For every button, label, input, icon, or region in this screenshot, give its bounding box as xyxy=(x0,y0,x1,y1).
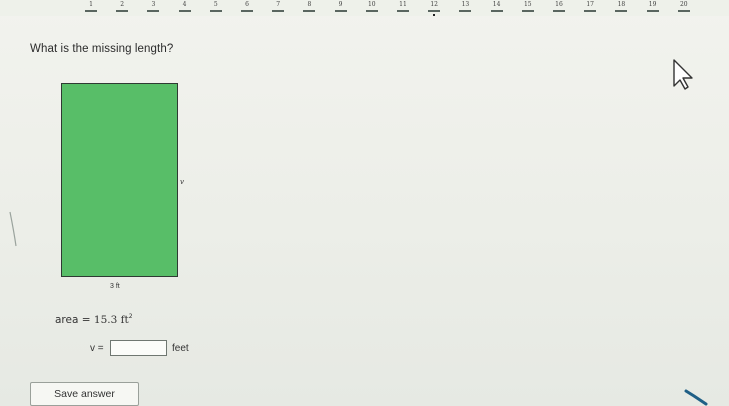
nav-problem-1[interactable]: 1 xyxy=(80,0,102,16)
nav-problem-6[interactable]: 6 xyxy=(236,0,258,16)
nav-problem-8[interactable]: 8 xyxy=(298,0,320,16)
nav-problem-underline xyxy=(85,10,97,12)
nav-problem-underline xyxy=(490,10,503,12)
nav-problem-7[interactable]: 7 xyxy=(267,0,289,16)
area-value: 15.3 ft xyxy=(93,314,129,326)
nav-problem-underline xyxy=(147,10,160,12)
nav-problem-underline xyxy=(646,10,659,12)
nav-problem-5[interactable]: 5 xyxy=(205,0,227,16)
answer-variable-label: v = xyxy=(90,343,104,354)
nav-problem-underline xyxy=(209,10,222,12)
nav-problem-4[interactable]: 4 xyxy=(174,0,196,16)
nav-problem-underline xyxy=(397,10,409,12)
nav-problem-underline xyxy=(677,10,690,12)
area-exponent: 2 xyxy=(128,313,133,320)
equals-sign: = xyxy=(81,314,91,326)
nav-problem-underline xyxy=(521,10,534,12)
nav-problem-13[interactable]: 13 xyxy=(454,0,476,16)
margin-pencil-mark xyxy=(9,211,17,247)
nav-problem-underline xyxy=(116,10,129,12)
nav-problem-12[interactable]: 12 xyxy=(423,0,445,16)
nav-problem-16[interactable]: 16 xyxy=(548,0,570,16)
nav-problem-15[interactable]: 15 xyxy=(517,0,539,16)
nav-problem-number: 2 xyxy=(120,1,125,8)
nav-problem-2[interactable]: 2 xyxy=(111,0,133,16)
nav-problem-number: 6 xyxy=(245,1,249,8)
nav-problem-number: 5 xyxy=(213,1,218,8)
nav-problem-underline xyxy=(459,10,472,12)
nav-problem-number: 8 xyxy=(307,1,312,8)
nav-problem-underline xyxy=(241,10,253,12)
nav-problem-underline xyxy=(365,10,378,12)
nav-problem-number: 13 xyxy=(461,1,470,8)
pen-tip-icon xyxy=(684,389,708,406)
nav-problem-number: 18 xyxy=(617,1,626,8)
nav-problem-underline xyxy=(178,10,191,12)
nav-problem-14[interactable]: 14 xyxy=(486,0,508,16)
nav-problem-number: 12 xyxy=(430,1,438,8)
answer-input[interactable] xyxy=(110,340,167,356)
nav-problem-underline xyxy=(615,10,628,12)
answer-unit-label: feet xyxy=(172,343,189,354)
nav-problem-number: 3 xyxy=(151,1,156,8)
nav-problem-underline xyxy=(553,10,565,12)
nav-problem-number: 4 xyxy=(182,1,187,8)
nav-problem-number: 14 xyxy=(492,1,501,8)
nav-problem-number: 1 xyxy=(89,1,93,8)
rectangle-figure: v 3 ft xyxy=(55,83,195,298)
area-word: area xyxy=(55,314,79,326)
nav-problem-number: 11 xyxy=(399,1,407,8)
save-answer-button[interactable]: Save answer xyxy=(30,382,139,406)
question-prompt: What is the missing length? xyxy=(30,43,174,55)
mouse-pointer-icon xyxy=(673,59,693,90)
nav-problem-underline xyxy=(334,10,347,12)
nav-problem-number: 10 xyxy=(367,1,376,8)
problem-navigation-bar: 1 2 3 4 5 6 7 8 9 10 11 12 13 14 15 16 17 18 19 20 xyxy=(0,0,729,16)
nav-problem-19[interactable]: 19 xyxy=(642,0,664,16)
nav-problem-3[interactable]: 3 xyxy=(142,0,164,16)
nav-problem-underline xyxy=(584,10,597,12)
nav-problem-17[interactable]: 17 xyxy=(579,0,601,16)
nav-problem-number: 17 xyxy=(586,1,594,8)
nav-problem-underline xyxy=(428,10,441,12)
current-problem-marker xyxy=(433,14,436,16)
nav-problem-number: 19 xyxy=(648,1,657,8)
nav-problem-10[interactable]: 10 xyxy=(361,0,383,16)
nav-problem-number: 7 xyxy=(276,1,281,8)
nav-problem-number: 20 xyxy=(679,1,688,8)
nav-problem-number: 15 xyxy=(523,1,532,8)
nav-problem-18[interactable]: 18 xyxy=(610,0,632,16)
nav-problem-9[interactable]: 9 xyxy=(330,0,352,16)
nav-problem-20[interactable]: 20 xyxy=(673,0,695,16)
area-statement: area = 15.3 ft2 xyxy=(55,313,133,326)
nav-problem-underline xyxy=(272,10,285,12)
nav-problem-number: 16 xyxy=(555,1,563,8)
green-rectangle xyxy=(61,83,178,277)
nav-problem-number: 9 xyxy=(338,1,343,8)
side-length-label: v xyxy=(180,178,184,186)
width-label: 3 ft xyxy=(110,283,120,290)
nav-problem-11[interactable]: 11 xyxy=(392,0,414,16)
nav-problem-underline xyxy=(303,10,316,12)
